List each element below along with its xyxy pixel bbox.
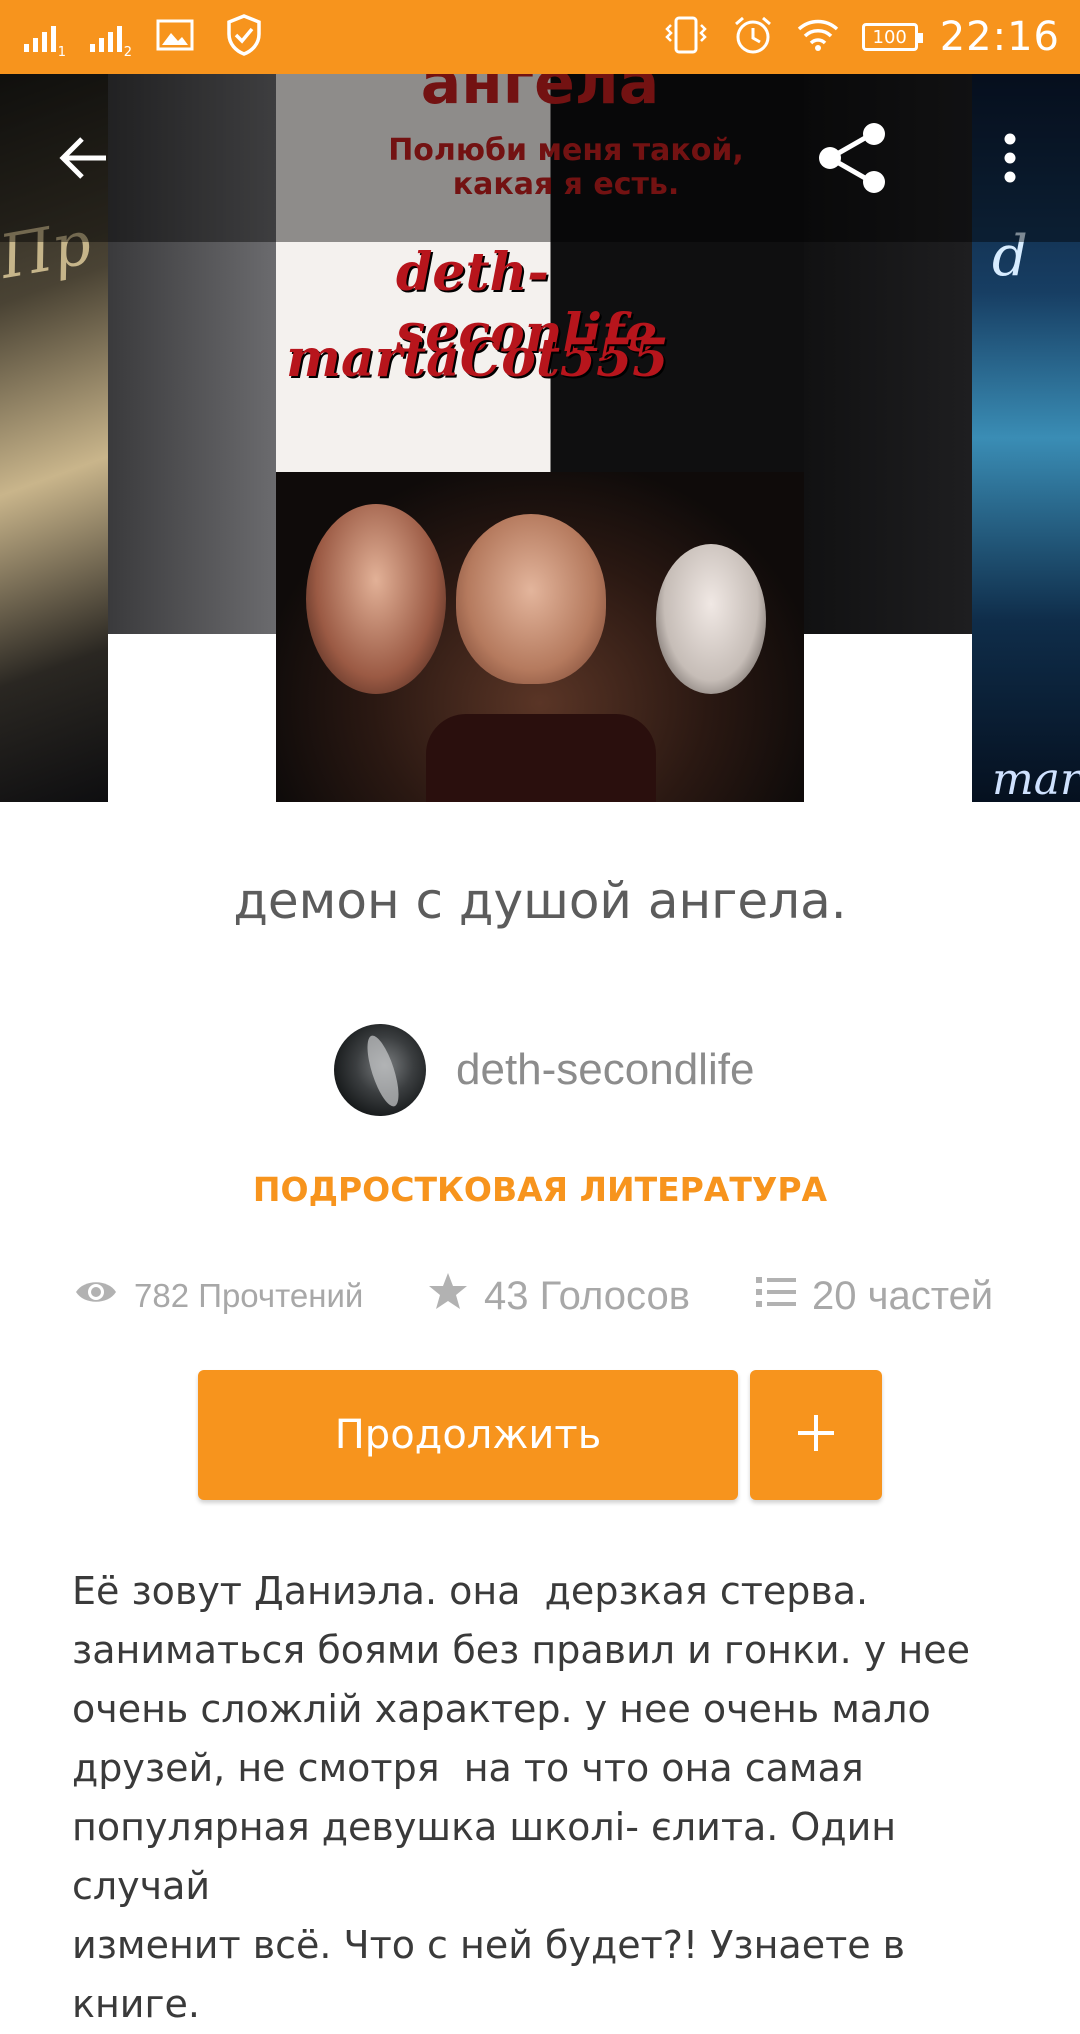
toolbar-scrim [0, 74, 1080, 242]
add-to-library-button[interactable] [750, 1370, 882, 1500]
genre-link[interactable]: ПОДРОСТКОВАЯ ЛИТЕРАТУРА [0, 1170, 1080, 1209]
cover-figure-angel [656, 544, 766, 694]
shield-check-icon [226, 14, 262, 60]
list-icon [756, 1274, 796, 1319]
more-vertical-icon [1002, 132, 1018, 189]
signal-sim2-icon: 2 [90, 22, 132, 60]
reads-count: 782 Прочтений [134, 1277, 364, 1314]
status-bar-right: 100 22:16 [662, 0, 1060, 74]
cover-author-line-2: martaCot555 [286, 328, 669, 389]
votes-stat: 43 Голосов [428, 1266, 690, 1326]
parts-count: 20 частей [812, 1273, 994, 1318]
story-description: Её зовут Даниэла. она дерзкая стерва. за… [72, 1569, 970, 2026]
signal-sim1-icon: 1 [24, 22, 66, 60]
cover-figure-dress [426, 714, 656, 802]
wifi-icon [796, 17, 840, 57]
next-cover-bottom-text: mar [992, 754, 1080, 802]
cover-figure-devil [306, 504, 446, 694]
author-link[interactable]: deth-secondlife [334, 1024, 754, 1116]
battery-level: 100 [872, 26, 907, 48]
status-time: 22:16 [939, 14, 1060, 60]
author-avatar[interactable] [334, 1024, 426, 1116]
vibrate-icon [662, 15, 710, 59]
star-icon [428, 1271, 468, 1321]
cover-carousel[interactable]: Пр d mar ангела Полюби меня такой, какая… [0, 74, 1080, 802]
reads-stat: 782 Прочтений [74, 1266, 363, 1326]
status-bar-left: 1 2 [24, 0, 262, 74]
sim1-label: 1 [57, 45, 66, 60]
votes-count: 43 Голосов [484, 1273, 690, 1318]
share-icon [814, 120, 890, 201]
image-icon [156, 19, 194, 55]
eye-icon [74, 1277, 118, 1315]
continue-reading-button[interactable]: Продолжить [198, 1370, 738, 1500]
continue-reading-label: Продолжить [334, 1412, 602, 1458]
story-stats: 782 Прочтений 43 Голосов 20 частей [0, 1266, 1080, 1326]
alarm-icon [732, 14, 774, 60]
battery-icon: 100 [861, 23, 923, 51]
story-title: демон с душой ангела. [233, 872, 847, 930]
status-bar: 1 2 100 22:16 [0, 0, 1080, 74]
share-button[interactable] [800, 110, 904, 210]
author-name[interactable]: deth-secondlife [456, 1045, 754, 1095]
back-button[interactable] [36, 110, 132, 210]
cover-figure-girl [456, 514, 606, 684]
arrow-left-icon [58, 135, 110, 186]
more-options-button[interactable] [970, 110, 1050, 210]
plus-icon [796, 1413, 836, 1458]
parts-stat: 20 частей [756, 1266, 993, 1326]
sim2-label: 2 [123, 45, 132, 60]
